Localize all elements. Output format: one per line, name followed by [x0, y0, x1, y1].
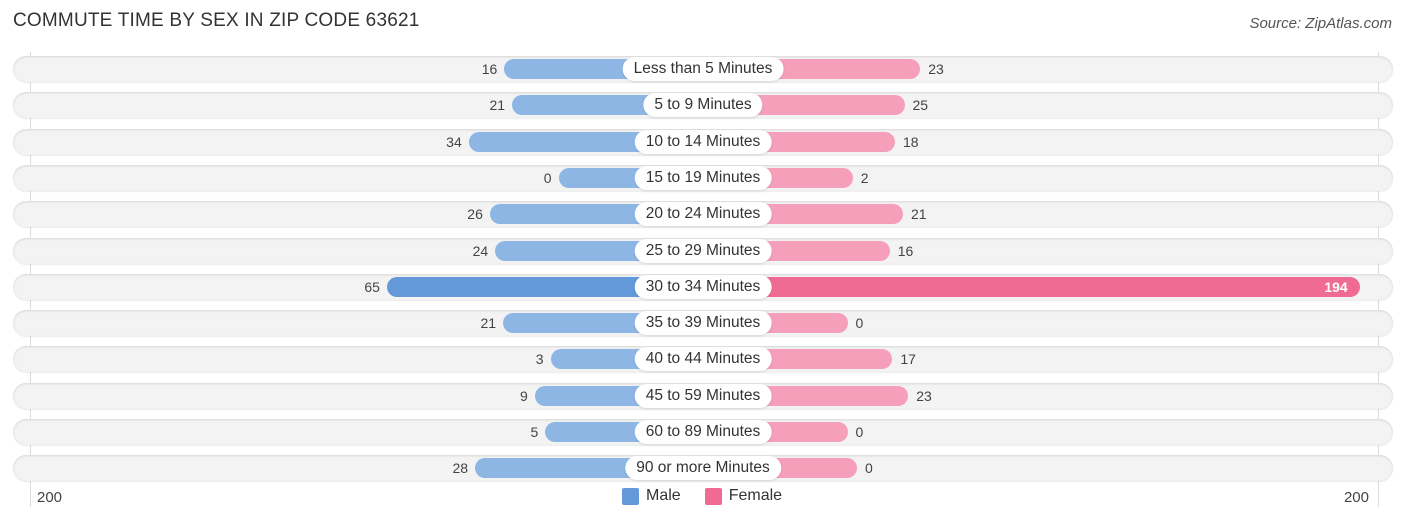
category-label: 10 to 14 Minutes: [634, 129, 772, 154]
legend: Male Female: [622, 487, 782, 505]
value-label-female: 23: [928, 61, 944, 77]
category-label: Less than 5 Minutes: [622, 57, 784, 81]
legend-item-male[interactable]: Male: [622, 487, 681, 505]
value-label-female: 2: [860, 169, 869, 186]
value-label-male: 34: [446, 133, 462, 150]
value-label-male: 3: [535, 351, 544, 368]
category-label: 30 to 34 Minutes: [634, 274, 772, 299]
category-label: 40 to 44 Minutes: [634, 347, 772, 372]
category-label: 5 to 9 Minutes: [643, 93, 763, 118]
category-label: 45 to 59 Minutes: [634, 383, 772, 408]
chart-area: Less than 5 Minutes 16 23 5 to 9 Minutes 21 2…: [0, 0, 1406, 523]
category-label: 25 to 29 Minutes: [634, 238, 772, 263]
legend-label-female: Female: [728, 487, 783, 504]
value-label-male: 65: [364, 278, 380, 295]
value-label-male: 9: [519, 387, 528, 404]
category-label: 20 to 24 Minutes: [634, 202, 772, 227]
legend-item-female[interactable]: Female: [704, 487, 783, 505]
value-label-male: 0: [543, 169, 552, 186]
value-label-male: 16: [481, 61, 498, 77]
axis-label-right: 200: [1343, 489, 1369, 506]
category-label: 60 to 89 Minutes: [634, 420, 772, 444]
legend-label-male: Male: [646, 487, 681, 504]
category-label: 35 to 39 Minutes: [634, 311, 772, 336]
category-label: 15 to 19 Minutes: [634, 165, 772, 190]
value-label-female: 194: [1324, 278, 1348, 295]
value-label-female: 21: [910, 206, 927, 223]
legend-swatch-female: [704, 487, 722, 505]
value-label-female: 16: [897, 242, 914, 259]
value-label-male: 5: [530, 424, 539, 440]
axis-label-left: 200: [37, 489, 63, 506]
value-label-male: 26: [467, 206, 483, 223]
value-label-female: 0: [855, 315, 864, 332]
legend-swatch-male: [622, 487, 639, 505]
bar-female[interactable]: [699, 276, 1360, 297]
value-label-female: 17: [900, 351, 916, 368]
value-label-female: 25: [912, 97, 929, 114]
category-label: 90 or more Minutes: [625, 456, 781, 481]
value-label-male: 21: [489, 97, 506, 114]
value-label-female: 23: [916, 387, 932, 404]
value-label-male: 28: [452, 460, 469, 477]
value-label-female: 0: [865, 460, 873, 477]
value-label-male: 21: [480, 315, 497, 332]
value-label-female: 0: [855, 424, 864, 440]
value-label-male: 24: [472, 242, 489, 259]
value-label-female: 18: [903, 133, 919, 150]
